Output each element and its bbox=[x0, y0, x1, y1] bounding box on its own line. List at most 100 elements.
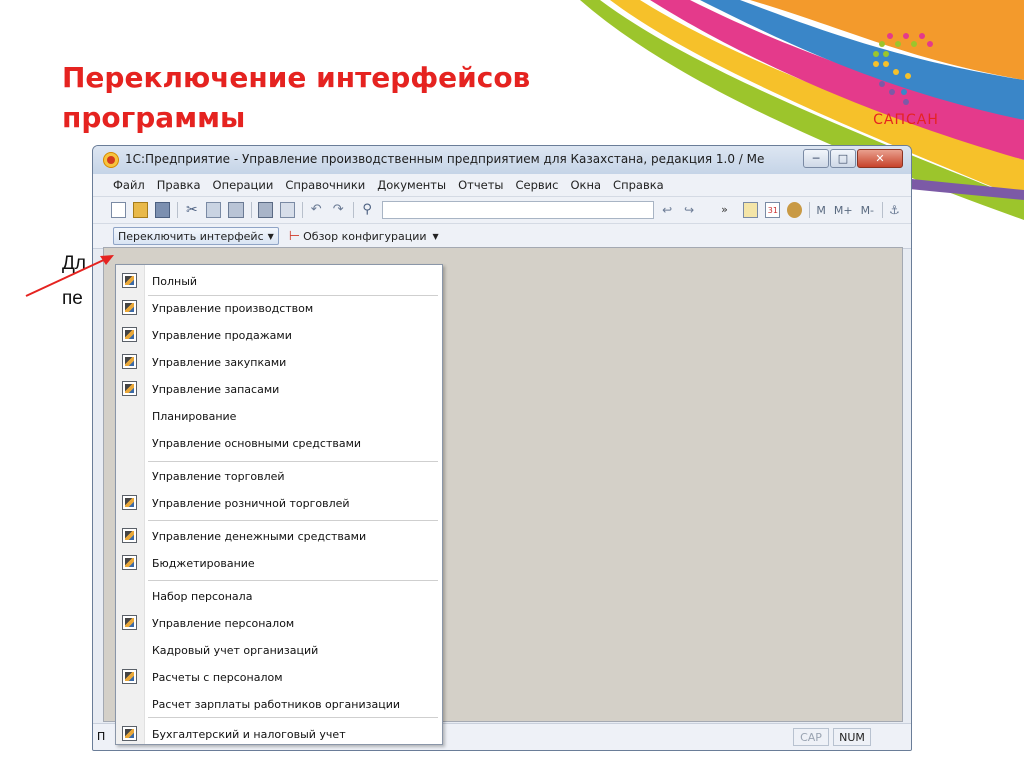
menu-separator bbox=[148, 580, 438, 581]
close-button[interactable]: ✕ bbox=[857, 149, 903, 168]
settings-icon[interactable]: ⚓ bbox=[889, 202, 904, 218]
dropdown-item-label: Расчет зарплаты работников организации bbox=[152, 697, 401, 711]
cash-icon bbox=[122, 528, 137, 543]
dropdown-item[interactable]: Бюджетирование bbox=[116, 552, 442, 574]
search-icon[interactable]: ⚲ bbox=[360, 202, 375, 218]
dropdown-item-label: Бюджетирование bbox=[152, 556, 255, 570]
slide-text-line1: Дл bbox=[62, 253, 86, 274]
payroll-icon bbox=[122, 669, 137, 684]
memory-m-minus-button[interactable]: M- bbox=[861, 204, 874, 217]
dropdown-item-label: Полный bbox=[152, 274, 198, 288]
dropdown-item-label: Управление основными средствами bbox=[152, 436, 362, 450]
dropdown-item[interactable]: Управление персоналом bbox=[116, 612, 442, 634]
slide-text-line2: пе bbox=[62, 288, 83, 309]
minimize-button[interactable]: ─ bbox=[803, 149, 829, 168]
minimize-icon: ─ bbox=[812, 152, 820, 165]
main-toolbar: ✂ ↶ ↷ ⚲ ↩ ↪ » 31 M M+ M- ⚓ bbox=[93, 197, 911, 224]
menu-file[interactable]: Файл bbox=[113, 178, 145, 192]
dropdown-item[interactable]: Управление производством bbox=[116, 297, 442, 319]
slide-title: Переключение интерфейсов программы bbox=[62, 58, 530, 138]
print-icon[interactable] bbox=[257, 202, 273, 218]
memory-m-plus-button[interactable]: M+ bbox=[834, 204, 853, 217]
dropdown-item-label: Управление производством bbox=[152, 301, 314, 315]
maximize-button[interactable]: □ bbox=[830, 149, 856, 168]
config-tree-icon: ⊢ bbox=[288, 228, 301, 244]
dropdown-item[interactable]: Расчет зарплаты работников организации bbox=[116, 693, 442, 715]
dropdown-item[interactable]: Полный bbox=[116, 270, 442, 292]
memory-m-button[interactable]: M bbox=[816, 204, 826, 217]
menu-separator bbox=[148, 520, 438, 521]
undo-icon[interactable]: ↶ bbox=[309, 202, 324, 218]
dropdown-item-label: Набор персонала bbox=[152, 589, 253, 603]
redo-icon[interactable]: ↷ bbox=[331, 202, 346, 218]
window-title: 1С:Предприятие - Управление производстве… bbox=[125, 152, 765, 166]
calendar-icon[interactable]: 31 bbox=[765, 202, 781, 218]
logo-text: САПСАН bbox=[873, 112, 939, 128]
dropdown-item-label: Бухгалтерский и налоговый учет bbox=[152, 727, 346, 741]
switch-interface-button[interactable]: Переключить интерфейс ▼ bbox=[113, 227, 279, 245]
dropdown-item[interactable]: Планирование bbox=[116, 405, 442, 427]
dropdown-item[interactable]: Расчеты с персоналом bbox=[116, 666, 442, 688]
staff-icon bbox=[122, 615, 137, 630]
budget-icon bbox=[122, 555, 137, 570]
menu-reports[interactable]: Отчеты bbox=[458, 178, 503, 192]
maximize-icon: □ bbox=[837, 152, 849, 165]
new-document-icon[interactable] bbox=[111, 202, 127, 218]
dropdown-item[interactable]: Управление розничной торговлей bbox=[116, 492, 442, 514]
caps-indicator: CAP bbox=[793, 728, 829, 746]
dropdown-item-label: Управление розничной торговлей bbox=[152, 496, 350, 510]
dropdown-item-label: Управление персоналом bbox=[152, 616, 295, 630]
overview-config-button[interactable]: ⊢ Обзор конфигурации bbox=[289, 229, 427, 244]
menu-edit[interactable]: Правка bbox=[157, 178, 201, 192]
dropdown-item-label: Управление закупками bbox=[152, 355, 287, 369]
close-icon: ✕ bbox=[875, 152, 885, 165]
switch-interface-label: Переключить интерфейс bbox=[118, 229, 264, 243]
slide-title-line1: Переключение интерфейсов bbox=[62, 61, 531, 94]
window-titlebar[interactable]: 1С:Предприятие - Управление производстве… bbox=[93, 146, 911, 174]
users-icon[interactable] bbox=[787, 202, 803, 218]
menu-separator bbox=[148, 295, 438, 296]
cut-icon[interactable]: ✂ bbox=[184, 202, 199, 218]
dropdown-item[interactable]: Управление запасами bbox=[116, 378, 442, 400]
search-prev-icon[interactable]: ↩ bbox=[662, 202, 677, 218]
dropdown-item[interactable]: Кадровый учет организаций bbox=[116, 639, 442, 661]
dropdown-item[interactable]: Управление продажами bbox=[116, 324, 442, 346]
retail-icon bbox=[122, 495, 137, 510]
dropdown-item-label: Управление продажами bbox=[152, 328, 292, 342]
menu-documents[interactable]: Документы bbox=[377, 178, 446, 192]
logo-dots-icon bbox=[873, 21, 933, 105]
overview-config-label: Обзор конфигурации bbox=[303, 229, 427, 243]
purchases-icon bbox=[122, 354, 137, 369]
num-indicator: NUM bbox=[833, 728, 871, 746]
search-input[interactable] bbox=[381, 201, 655, 219]
dropdown-item[interactable]: Управление торговлей bbox=[116, 465, 442, 487]
dropdown-item[interactable]: Управление закупками bbox=[116, 351, 442, 373]
calculator-icon[interactable] bbox=[743, 202, 759, 218]
slide-title-line2: программы bbox=[62, 101, 246, 134]
dropdown-item[interactable]: Управление основными средствами bbox=[116, 432, 442, 454]
toolbar-overflow-icon[interactable]: » bbox=[721, 202, 736, 218]
save-icon[interactable] bbox=[155, 202, 171, 218]
paste-icon[interactable] bbox=[228, 202, 244, 218]
full-interface-icon bbox=[122, 273, 137, 288]
dropdown-item[interactable]: Бухгалтерский и налоговый учет bbox=[116, 723, 442, 745]
print-preview-icon[interactable] bbox=[279, 202, 295, 218]
interface-dropdown: Полный Управление производством Управление… bbox=[115, 264, 443, 745]
copy-icon[interactable] bbox=[206, 202, 222, 218]
menu-windows[interactable]: Окна bbox=[570, 178, 601, 192]
menu-help[interactable]: Справка bbox=[613, 178, 664, 192]
menu-catalogs[interactable]: Справочники bbox=[285, 178, 365, 192]
open-folder-icon[interactable] bbox=[133, 202, 149, 218]
production-icon bbox=[122, 300, 137, 315]
search-next-icon[interactable]: ↪ bbox=[684, 202, 699, 218]
menu-operations[interactable]: Операции bbox=[213, 178, 274, 192]
menu-service[interactable]: Сервис bbox=[515, 178, 558, 192]
dropdown-item-label: Расчеты с персоналом bbox=[152, 670, 283, 684]
dropdown-item[interactable]: Набор персонала bbox=[116, 585, 442, 607]
menu-bar: Файл Правка Операции Справочники Докумен… bbox=[93, 174, 911, 197]
interface-toolbar: Переключить интерфейс ▼ ⊢ Обзор конфигур… bbox=[93, 224, 911, 249]
dropdown-item-label: Кадровый учет организаций bbox=[152, 643, 319, 657]
toolbar-chevron-icon[interactable]: ▼ bbox=[433, 232, 439, 241]
dropdown-item[interactable]: Управление денежными средствами bbox=[116, 525, 442, 547]
menu-separator bbox=[148, 461, 438, 462]
